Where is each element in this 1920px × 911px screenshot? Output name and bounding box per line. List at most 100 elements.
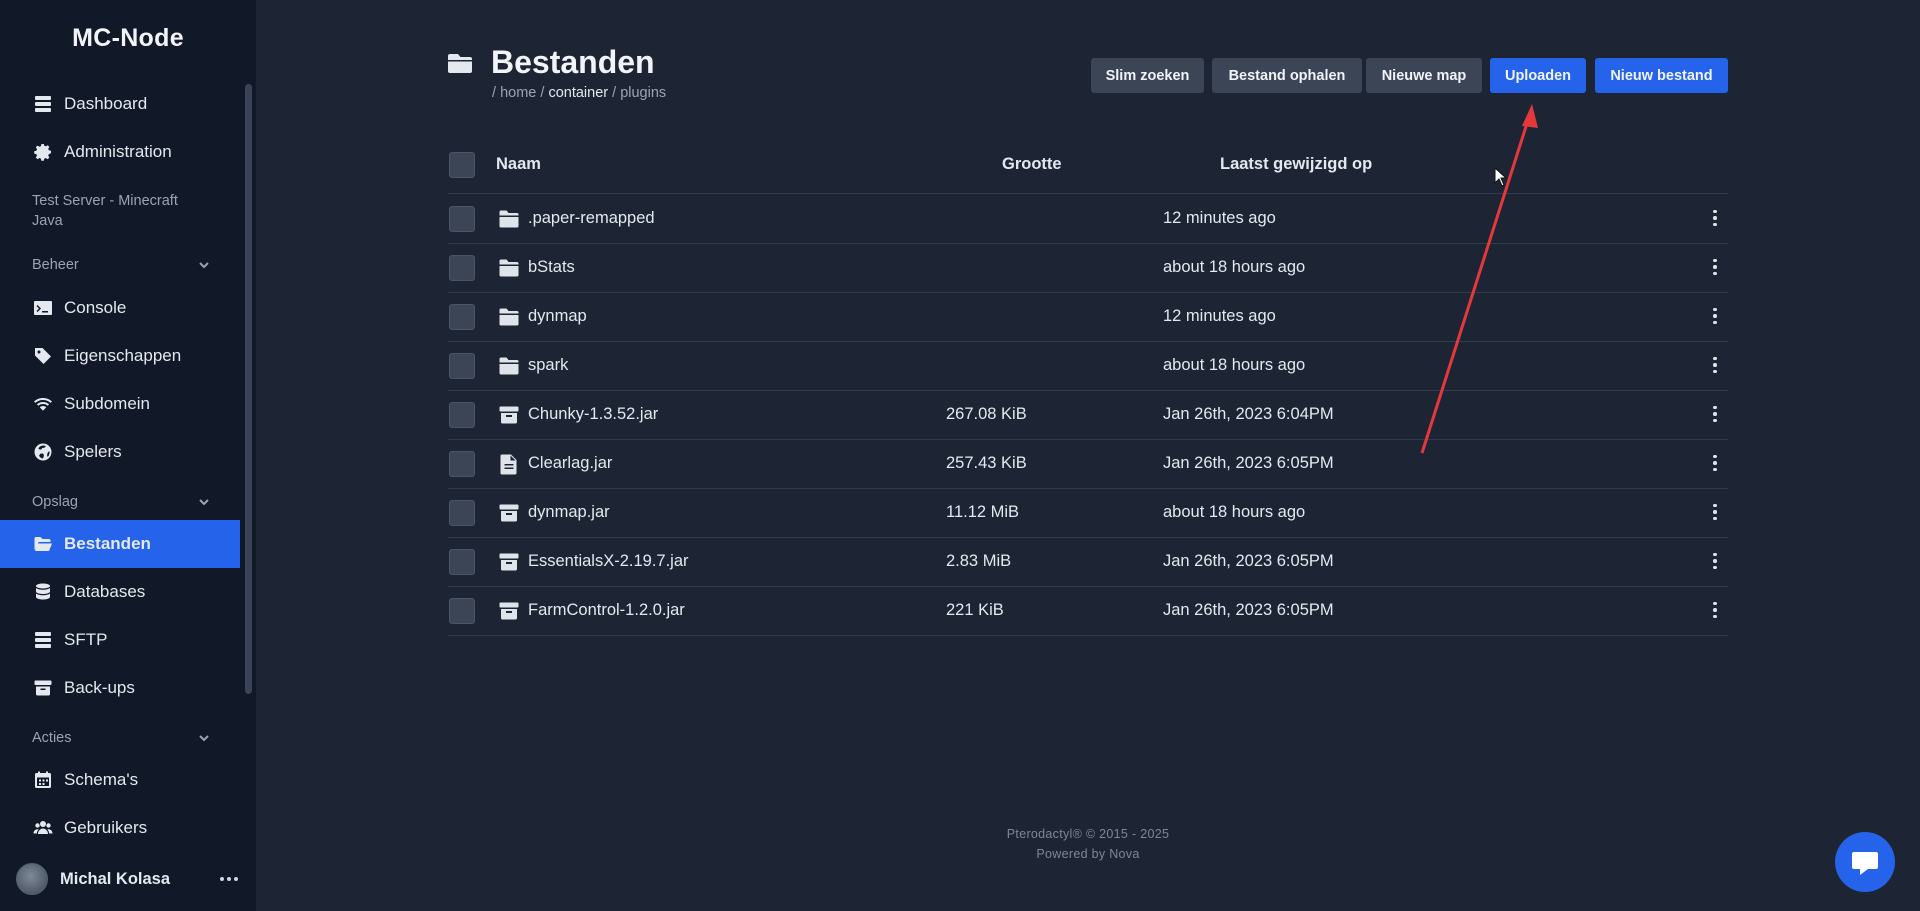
chat-button[interactable]: [1835, 832, 1895, 892]
file-icon: [498, 453, 520, 475]
row-options-icon[interactable]: [1707, 207, 1723, 229]
user-menu[interactable]: Michal Kolasa: [16, 862, 242, 896]
server-icon: [32, 629, 54, 651]
sidebar-item-schemas[interactable]: Schema's: [0, 756, 240, 804]
row-checkbox[interactable]: [449, 451, 475, 477]
table-row[interactable]: Clearlag.jar 257.43 KiB Jan 26th, 2023 6:0…: [448, 439, 1728, 488]
table-row[interactable]: EssentialsX-2.19.7.jar 2.83 MiB Jan 26th, …: [448, 537, 1728, 586]
sidebar-item-sftp[interactable]: SFTP: [0, 616, 240, 664]
sidebar-item-databases[interactable]: Databases: [0, 568, 240, 616]
table-row[interactable]: .paper-remapped 12 minutes ago: [448, 194, 1728, 243]
sidebar-item-label: Console: [64, 298, 127, 317]
file-modified: Jan 26th, 2023 6:05PM: [1163, 454, 1334, 472]
new-file-button[interactable]: Nieuw bestand: [1595, 58, 1728, 93]
sidebar-item-label: Eigenschappen: [64, 346, 182, 365]
folder-icon: [498, 208, 520, 230]
file-modified: about 18 hours ago: [1163, 258, 1306, 276]
calendar-icon: [32, 769, 54, 791]
file-name[interactable]: dynmap: [528, 307, 587, 326]
file-name[interactable]: Chunky-1.3.52.jar: [528, 405, 658, 424]
upload-button[interactable]: Uploaden: [1490, 58, 1586, 93]
server-name: Test Server - Minecraft Java: [32, 193, 178, 229]
sidebar-item-label: Administration: [64, 142, 172, 161]
row-checkbox[interactable]: [449, 598, 475, 624]
file-name[interactable]: .paper-remapped: [528, 209, 655, 228]
table-row[interactable]: spark about 18 hours ago: [448, 341, 1728, 390]
table-row[interactable]: dynmap.jar 11.12 MiB about 18 hours ago: [448, 488, 1728, 537]
column-header-size[interactable]: Grootte: [1002, 155, 1062, 174]
footer-powered-by: Powered by Nova: [1036, 847, 1140, 861]
gear-icon: [32, 141, 54, 163]
archive-icon: [498, 502, 520, 524]
sidebar-scrollbar[interactable]: [245, 84, 252, 694]
more-options-icon[interactable]: [216, 873, 242, 885]
row-checkbox[interactable]: [449, 549, 475, 575]
file-name[interactable]: dynmap.jar: [528, 503, 610, 522]
table-row[interactable]: Chunky-1.3.52.jar 267.08 KiB Jan 26th, 202…: [448, 390, 1728, 439]
new-folder-button[interactable]: Nieuwe map: [1366, 58, 1482, 93]
row-checkbox[interactable]: [449, 304, 475, 330]
row-checkbox[interactable]: [449, 500, 475, 526]
sidebar-item-console[interactable]: Console: [0, 284, 240, 332]
row-options-icon[interactable]: [1707, 599, 1723, 621]
row-checkbox[interactable]: [449, 255, 475, 281]
avatar[interactable]: [16, 863, 48, 895]
breadcrumb-home[interactable]: home: [500, 85, 536, 101]
file-modified: Jan 26th, 2023 6:05PM: [1163, 601, 1334, 619]
fetch-file-button[interactable]: Bestand ophalen: [1212, 58, 1362, 93]
users-icon: [32, 817, 54, 839]
section-acties[interactable]: Acties: [32, 726, 210, 750]
row-options-icon[interactable]: [1707, 550, 1723, 572]
row-options-icon[interactable]: [1707, 501, 1723, 523]
table-row[interactable]: FarmControl-1.2.0.jar 221 KiB Jan 26th, 20…: [448, 586, 1728, 635]
file-name[interactable]: Clearlag.jar: [528, 454, 612, 473]
row-checkbox[interactable]: [449, 353, 475, 379]
sidebar-item-gebruikers[interactable]: Gebruikers: [0, 804, 240, 852]
sidebar-item-subdomein[interactable]: Subdomein: [0, 380, 240, 428]
row-options-icon[interactable]: [1707, 403, 1723, 425]
sidebar-item-eigenschappen[interactable]: Eigenschappen: [0, 332, 240, 380]
user-name: Michal Kolasa: [60, 869, 171, 888]
row-options-icon[interactable]: [1707, 354, 1723, 376]
select-all-checkbox[interactable]: [449, 152, 475, 178]
archive-icon: [498, 600, 520, 622]
file-name[interactable]: spark: [528, 356, 568, 375]
folder-icon: [498, 355, 520, 377]
section-beheer[interactable]: Beheer: [32, 253, 210, 277]
file-modified: about 18 hours ago: [1163, 356, 1306, 374]
sidebar-item-spelers[interactable]: Spelers: [0, 428, 240, 476]
main-content: Bestanden / home / container / plugins S…: [256, 0, 1920, 911]
database-icon: [32, 581, 54, 603]
archive-icon: [32, 677, 54, 699]
row-options-icon[interactable]: [1707, 452, 1723, 474]
section-opslag[interactable]: Opslag: [32, 490, 210, 514]
file-modified: about 18 hours ago: [1163, 503, 1306, 521]
file-name[interactable]: bStats: [528, 258, 575, 277]
column-header-modified[interactable]: Laatst gewijzigd op: [1220, 155, 1372, 174]
footer-copyright: Pterodactyl® © 2015 - 2025: [1006, 827, 1170, 841]
file-name[interactable]: EssentialsX-2.19.7.jar: [528, 552, 689, 571]
tag-icon: [32, 345, 54, 367]
row-checkbox[interactable]: [449, 402, 475, 428]
sidebar-item-back-ups[interactable]: Back-ups: [0, 664, 240, 712]
row-options-icon[interactable]: [1707, 305, 1723, 327]
sidebar-item-label: SFTP: [64, 630, 108, 649]
table-row[interactable]: dynmap 12 minutes ago: [448, 292, 1728, 341]
server-icon: [32, 93, 54, 115]
brand-logo[interactable]: MC-Node: [0, 24, 256, 53]
archive-icon: [498, 404, 520, 426]
file-name[interactable]: FarmControl-1.2.0.jar: [528, 601, 685, 620]
smart-search-button[interactable]: Slim zoeken: [1091, 58, 1204, 93]
column-header-name[interactable]: Naam: [496, 155, 541, 174]
sidebar-item-administration[interactable]: Administration: [0, 128, 240, 176]
breadcrumb: / home / container / plugins: [492, 85, 666, 101]
chevron-down-icon: [199, 262, 209, 269]
row-options-icon[interactable]: [1707, 256, 1723, 278]
row-checkbox[interactable]: [449, 206, 475, 232]
table-row[interactable]: bStats about 18 hours ago: [448, 243, 1728, 292]
sidebar-item-dashboard[interactable]: Dashboard: [0, 80, 240, 128]
breadcrumb-container[interactable]: container: [548, 85, 608, 101]
sidebar-item-bestanden[interactable]: Bestanden: [0, 520, 240, 568]
sidebar-item-label: Back-ups: [64, 678, 135, 697]
folder-icon: [448, 52, 472, 74]
